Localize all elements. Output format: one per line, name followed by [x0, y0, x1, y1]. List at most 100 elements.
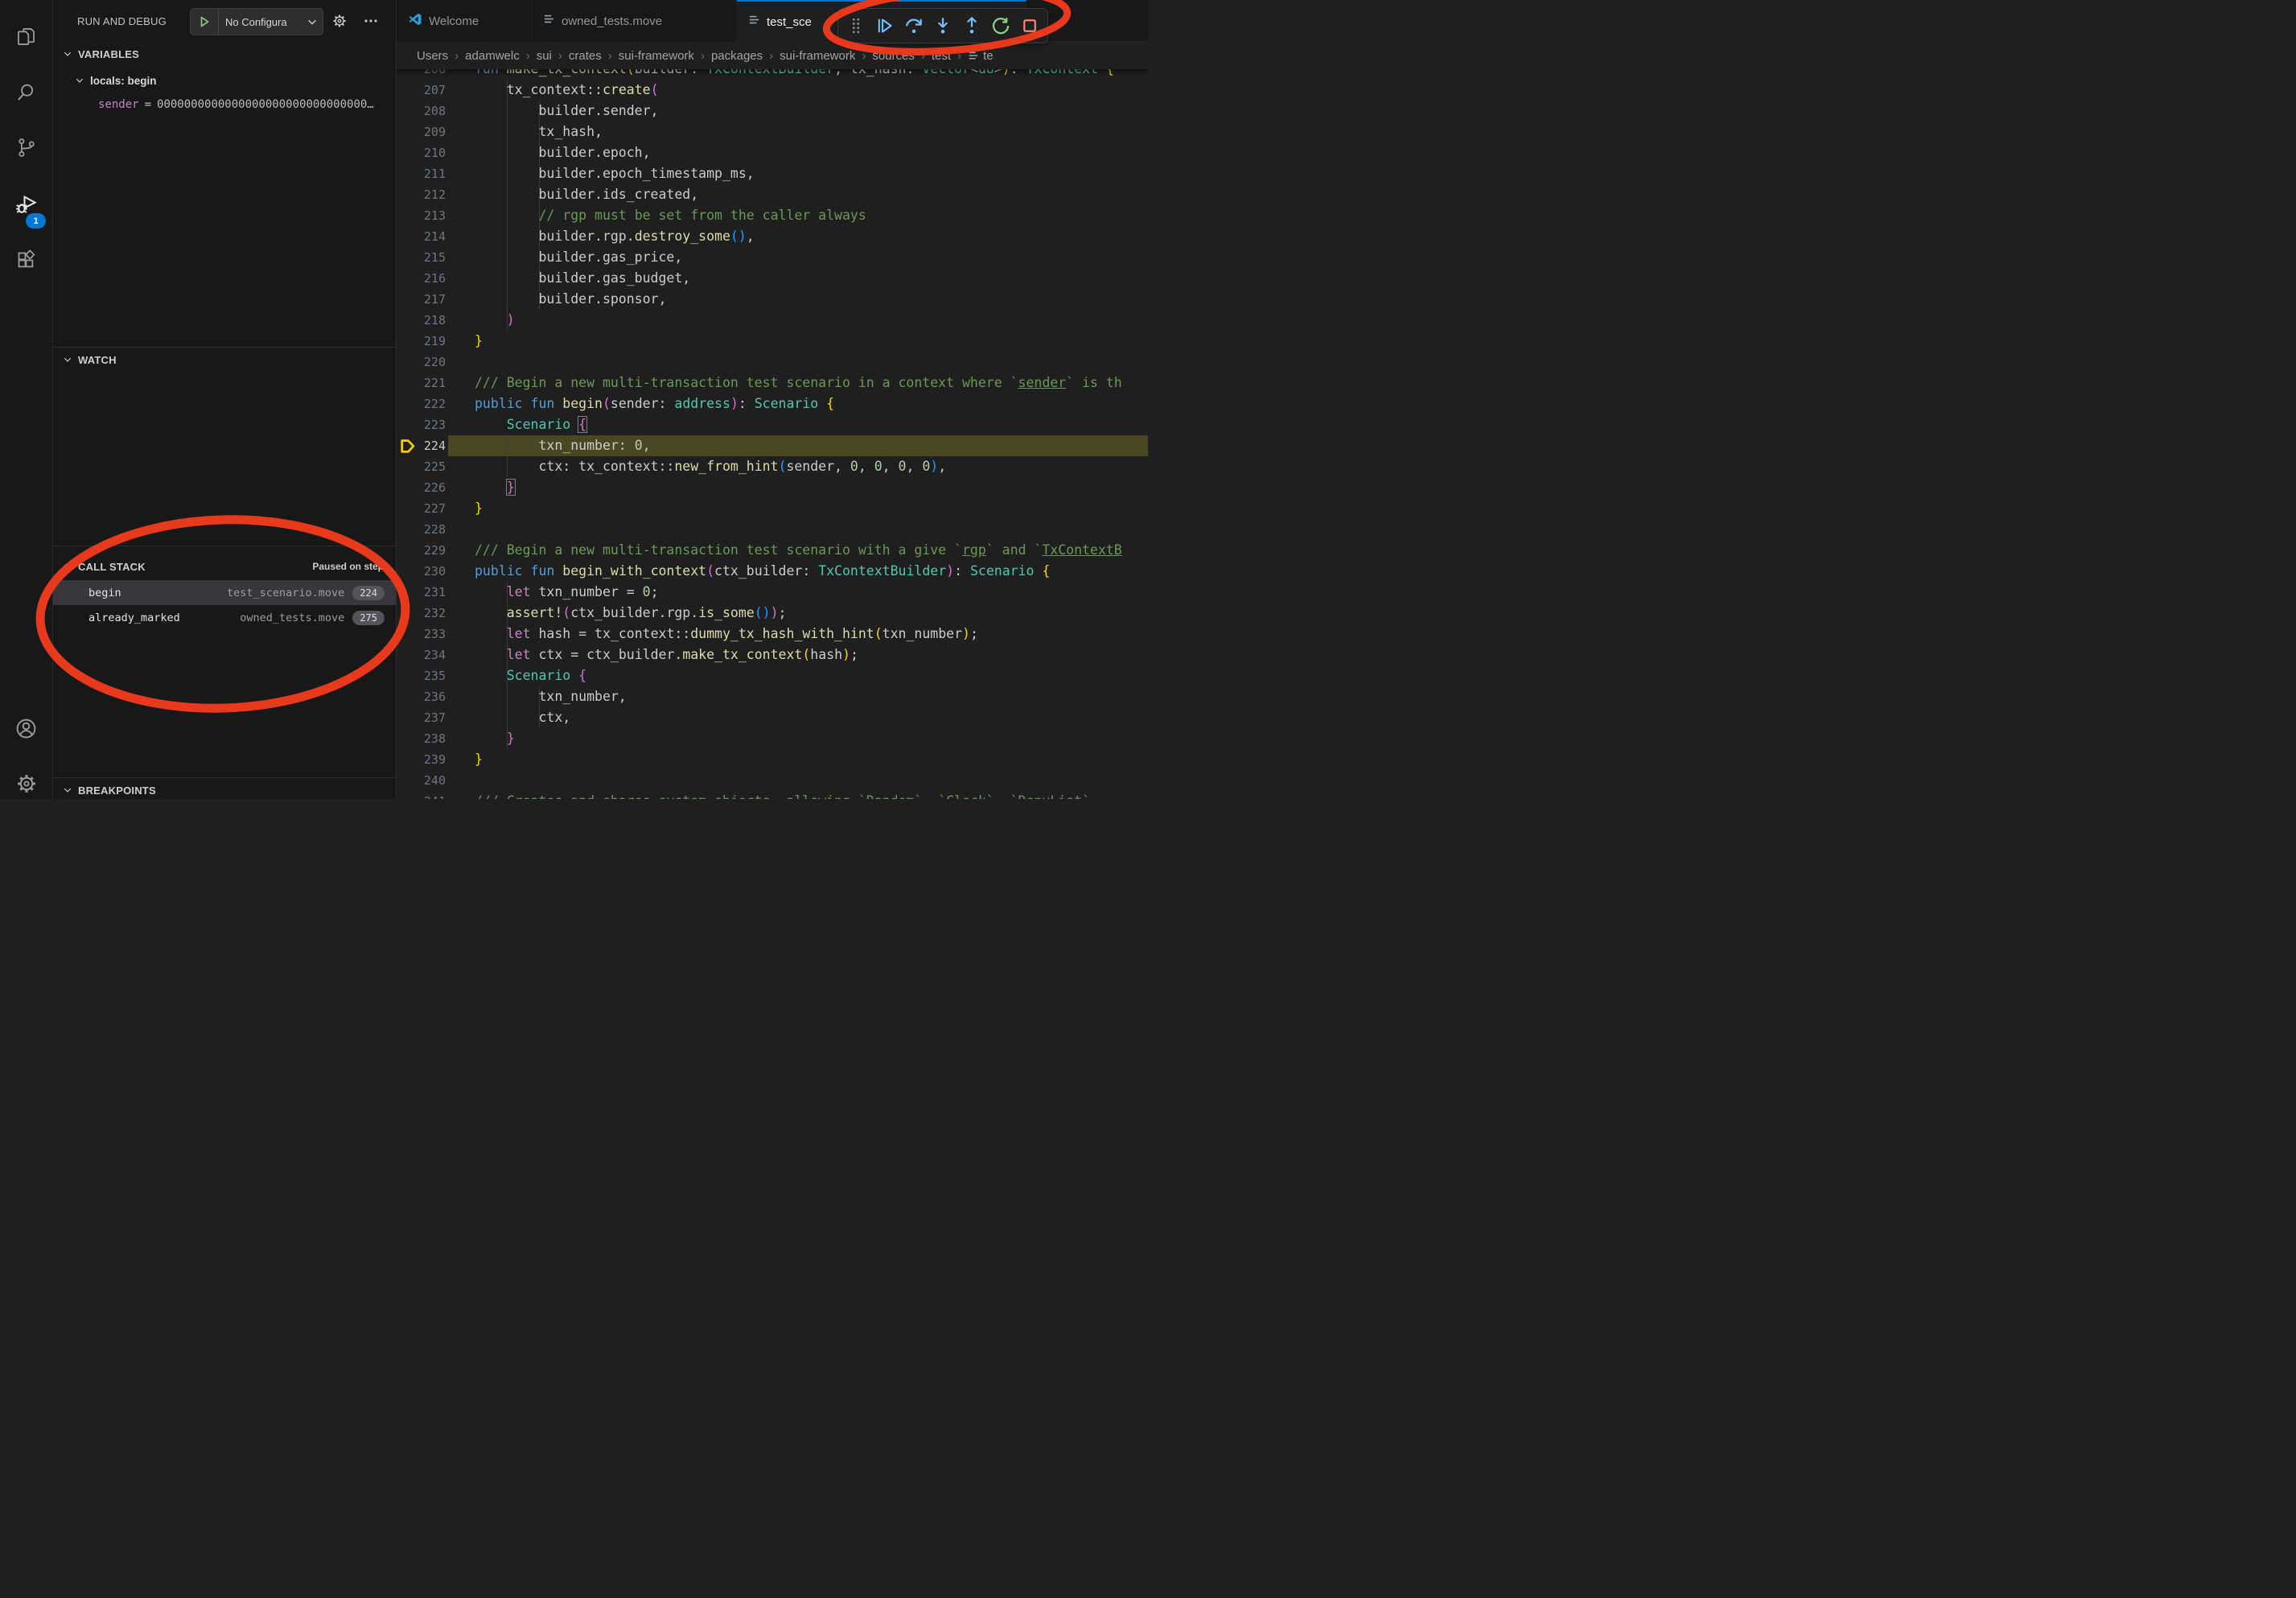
views-more-actions-button[interactable] [362, 12, 380, 30]
account-button[interactable] [0, 710, 52, 752]
toolbar-drag-handle[interactable] [843, 12, 869, 39]
code-line: 225 ctx: tx_context::new_from_hint(sende… [397, 456, 1148, 477]
step-into-button[interactable] [930, 12, 956, 39]
line-number[interactable]: 241 [397, 791, 446, 799]
breadcrumb-item[interactable]: sui [537, 49, 552, 63]
code-line: 223 Scenario { [397, 414, 1148, 435]
line-number[interactable]: 233 [397, 624, 446, 645]
variable-row[interactable]: sender = 0000000000000000000000000000000… [53, 94, 441, 115]
breadcrumb-item[interactable]: test [932, 49, 951, 63]
sidebar-item-extensions[interactable] [0, 241, 52, 283]
code-line: 222public fun begin(sender: address): Sc… [397, 393, 1148, 414]
line-number[interactable]: 209 [397, 121, 446, 142]
breadcrumb-item[interactable]: crates [569, 49, 602, 63]
move-file-icon [748, 14, 760, 30]
equals-sign: = [145, 98, 151, 111]
call-stack-frame[interactable]: begin test_scenario.move 224 [53, 580, 396, 605]
line-number[interactable]: 238 [397, 728, 446, 749]
breadcrumb-item[interactable]: packages [711, 49, 763, 63]
code-line: 232 assert!(ctx_builder.rgp.is_some()); [397, 603, 1148, 624]
line-number[interactable]: 217 [397, 289, 446, 310]
breadcrumb-item[interactable]: adamwelc [465, 49, 520, 63]
debug-settings-button[interactable] [331, 12, 348, 30]
breadcrumb: Users›adamwelc›sui›crates›sui-framework›… [397, 42, 1148, 69]
step-out-button[interactable] [959, 12, 985, 39]
debug-restart-icon [991, 16, 1010, 35]
line-number[interactable]: 237 [397, 707, 446, 728]
gear-icon [331, 13, 348, 29]
debug-config-dropdown[interactable]: No Configura [190, 8, 323, 35]
restart-button[interactable] [988, 12, 1014, 39]
run-and-debug-sidebar: RUN AND DEBUG No Configura [53, 0, 397, 799]
line-number[interactable]: 207 [397, 80, 446, 101]
line-number[interactable]: 229 [397, 540, 446, 561]
variables-scope-row[interactable]: locals: begin [53, 70, 418, 91]
breadcrumb-item[interactable]: sources [872, 49, 915, 63]
line-content: let txn_number = 0; [446, 582, 659, 603]
sidebar-item-explorer[interactable] [0, 18, 52, 60]
code-editor[interactable]: 206fun make_tx_context(builder: TxContex… [397, 69, 1148, 799]
line-number[interactable]: 212 [397, 184, 446, 205]
sidebar-item-source-control[interactable] [0, 129, 52, 171]
line-number[interactable]: 225 [397, 456, 446, 477]
line-number[interactable]: 215 [397, 247, 446, 268]
line-number[interactable]: 214 [397, 226, 446, 247]
breadcrumb-item[interactable]: te [968, 49, 994, 63]
line-content: /// Begin a new multi-transaction test s… [446, 540, 1122, 561]
line-number[interactable]: 232 [397, 603, 446, 624]
line-number[interactable]: 234 [397, 645, 446, 665]
code-line: 235 Scenario { [397, 665, 1148, 686]
sidebar-item-run-and-debug[interactable]: 1 [0, 185, 52, 227]
code-line: 230public fun begin_with_context(ctx_bui… [397, 561, 1148, 582]
tab-welcome[interactable]: Welcome [397, 0, 532, 42]
line-number[interactable]: 211 [397, 163, 446, 184]
line-content [446, 519, 475, 540]
settings-button[interactable] [0, 764, 52, 799]
section-breakpoints[interactable]: BREAKPOINTS [53, 780, 396, 799]
line-number[interactable]: 223 [397, 414, 446, 435]
breadcrumb-item[interactable]: Users [417, 49, 448, 63]
line-number[interactable]: 235 [397, 665, 446, 686]
line-number[interactable]: 239 [397, 749, 446, 770]
line-content [446, 352, 475, 373]
continue-button[interactable] [872, 12, 898, 39]
line-number[interactable]: 222 [397, 393, 446, 414]
frame-file: owned_tests.move [240, 612, 344, 624]
line-number[interactable]: 236 [397, 686, 446, 707]
breadcrumb-item[interactable]: sui-framework [780, 49, 855, 63]
chevron-down-icon [63, 785, 72, 795]
step-over-button[interactable] [901, 12, 927, 39]
sidebar-item-search[interactable] [0, 73, 52, 115]
line-number[interactable]: 240 [397, 770, 446, 791]
line-content: public fun begin(sender: address): Scena… [446, 393, 834, 414]
line-content: tx_context::create( [446, 80, 659, 101]
stop-button[interactable] [1017, 12, 1043, 39]
frame-line-badge: 224 [352, 586, 385, 600]
line-number[interactable]: 219 [397, 331, 446, 352]
section-watch[interactable]: WATCH [53, 350, 396, 369]
line-number[interactable]: 210 [397, 142, 446, 163]
section-variables[interactable]: VARIABLES [53, 44, 396, 64]
line-number[interactable]: 213 [397, 205, 446, 226]
line-number[interactable]: 227 [397, 498, 446, 519]
line-number[interactable]: 228 [397, 519, 446, 540]
line-number[interactable]: 220 [397, 352, 446, 373]
code-line: 220 [397, 352, 1148, 373]
line-number[interactable]: 231 [397, 582, 446, 603]
start-debug-button[interactable] [191, 9, 219, 35]
code-line: 238 } [397, 728, 1148, 749]
code-line: 209 tx_hash, [397, 121, 1148, 142]
explorer-icon [15, 26, 37, 51]
variable-name: sender [98, 98, 139, 111]
line-number[interactable]: 216 [397, 268, 446, 289]
call-stack-frame[interactable]: already_marked owned_tests.move 275 [53, 605, 396, 630]
breadcrumb-item[interactable]: sui-framework [619, 49, 694, 63]
section-call-stack[interactable]: CALL STACK Paused on step [53, 557, 396, 576]
line-number[interactable]: 230 [397, 561, 446, 582]
line-content: builder.epoch, [446, 142, 651, 163]
line-number[interactable]: 221 [397, 373, 446, 393]
line-number[interactable]: 218 [397, 310, 446, 331]
line-number[interactable]: 226 [397, 477, 446, 498]
tab-owned-tests[interactable]: owned_tests.move [532, 0, 737, 42]
line-number[interactable]: 208 [397, 101, 446, 121]
